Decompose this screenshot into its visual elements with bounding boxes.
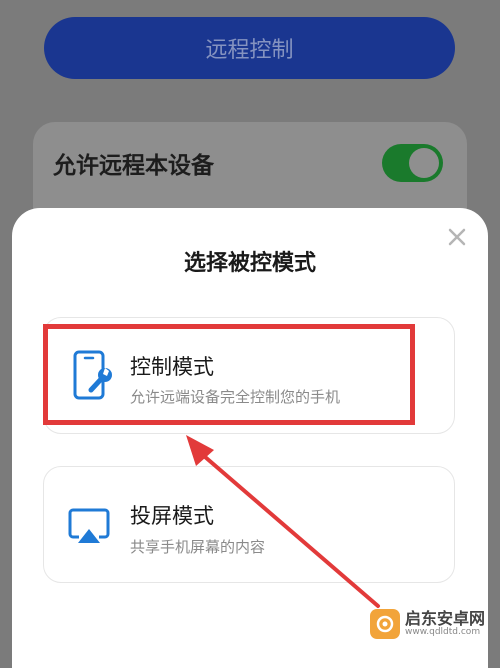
watermark: 启东安卓网 www.qdldtd.com (370, 604, 496, 644)
annotation-arrow (186, 435, 380, 608)
watermark-logo-icon (370, 609, 400, 639)
watermark-url: www.qdldtd.com (405, 626, 481, 637)
watermark-name: 启东安卓网 (405, 609, 486, 629)
